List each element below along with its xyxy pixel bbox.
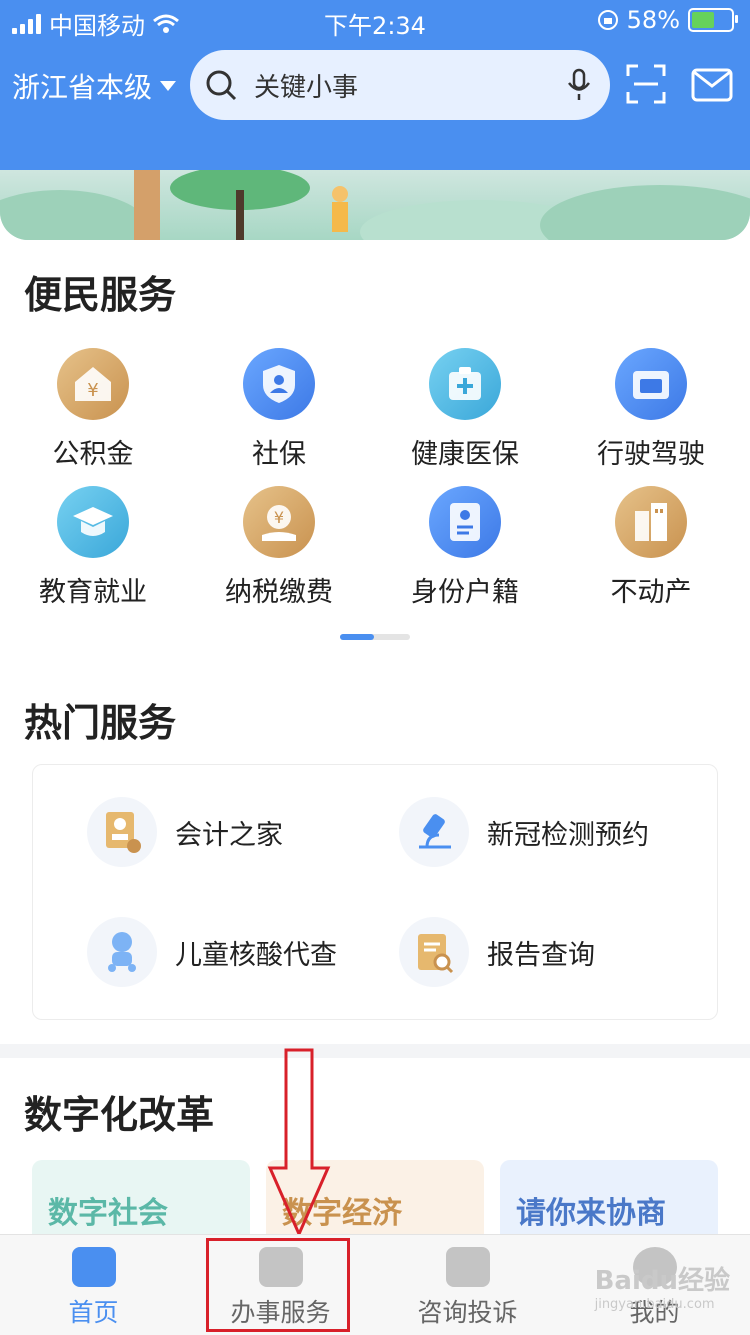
service-label: 健康医保 — [411, 439, 519, 470]
service-health[interactable]: 健康医保 — [372, 348, 558, 471]
watermark-url: jingyan.baidu.com — [594, 1297, 715, 1312]
service-identity[interactable]: 身份户籍 — [372, 486, 558, 609]
page-indicator-active — [340, 634, 374, 640]
service-education[interactable]: 教育就业 — [0, 486, 186, 609]
service-driving[interactable]: 行驶驾驶 — [558, 348, 744, 471]
consult-icon — [445, 1247, 490, 1287]
service-label: 教育就业 — [39, 577, 147, 608]
service-tax[interactable]: ¥ 纳税缴费 — [186, 486, 372, 609]
annotation-arrow — [267, 1048, 331, 1238]
search-icon — [206, 70, 237, 101]
nav-home[interactable]: 首页 — [0, 1235, 187, 1335]
mail-icon[interactable] — [690, 64, 734, 108]
rotation-lock-icon — [597, 10, 618, 30]
search-placeholder: 关键小事 — [254, 72, 359, 103]
shield-person-icon — [243, 348, 315, 420]
hot-services-card: 会计之家 新冠检测预约 儿童核酸代查 报告查询 — [32, 764, 718, 1020]
coin-hand-icon: ¥ — [243, 486, 315, 558]
service-gongjijin[interactable]: ¥ 公积金 — [0, 348, 186, 471]
annotation-highlight-box — [206, 1238, 350, 1332]
section-divider — [0, 1044, 750, 1058]
hot-label: 儿童核酸代查 — [175, 939, 337, 971]
search-bar[interactable]: 关键小事 — [190, 50, 610, 120]
convenience-title: 便民服务 — [24, 273, 177, 317]
hot-item-child-nucleic[interactable]: 儿童核酸代查 — [87, 917, 337, 987]
svg-text:¥: ¥ — [274, 508, 284, 527]
service-label: 社保 — [252, 439, 306, 470]
home-icon — [71, 1247, 116, 1287]
hot-title: 热门服务 — [24, 701, 177, 745]
service-realestate[interactable]: 不动产 — [558, 486, 744, 609]
service-label: 纳税缴费 — [225, 577, 333, 608]
nav-label: 首页 — [68, 1298, 119, 1327]
baidu-watermark: Baidu经验 jingyan.baidu.com — [595, 1260, 730, 1312]
microscope-icon — [399, 797, 469, 867]
region-label: 浙江省本级 — [12, 71, 153, 104]
service-label: 不动产 — [610, 577, 692, 608]
nav-label: 咨询投诉 — [417, 1298, 518, 1327]
graduation-cap-icon — [57, 486, 129, 558]
status-bar: 中国移动 下午2:34 58% — [0, 0, 750, 42]
hot-label: 报告查询 — [487, 939, 595, 971]
service-label: 行驶驾驶 — [597, 439, 705, 470]
id-card-icon — [429, 486, 501, 558]
mic-icon[interactable] — [566, 68, 592, 102]
service-label: 公积金 — [52, 439, 134, 470]
driver-license-icon — [615, 348, 687, 420]
baby-icon — [87, 917, 157, 987]
watermark-brand: Baidu经验 — [594, 1266, 730, 1296]
dropdown-caret-icon — [160, 81, 177, 91]
app-header: 中国移动 下午2:34 58% 浙江省本级 关键小事 — [0, 0, 750, 170]
hot-item-report[interactable]: 报告查询 — [399, 917, 595, 987]
hot-label: 新冠检测预约 — [487, 819, 649, 851]
house-yen-icon: ¥ — [57, 348, 129, 420]
service-shebao[interactable]: 社保 — [186, 348, 372, 471]
battery-icon — [688, 8, 738, 32]
hot-item-covid-test[interactable]: 新冠检测预约 — [399, 797, 649, 867]
accountant-icon — [87, 797, 157, 867]
medical-kit-icon — [429, 348, 501, 420]
hot-item-accountant[interactable]: 会计之家 — [87, 797, 283, 867]
nav-consult[interactable]: 咨询投诉 — [374, 1235, 561, 1335]
digital-title: 数字化改革 — [24, 1093, 215, 1137]
svg-text:¥: ¥ — [87, 380, 98, 401]
region-selector[interactable]: 浙江省本级 — [12, 66, 177, 106]
building-icon — [615, 486, 687, 558]
battery-percent: 58% — [626, 6, 680, 34]
service-label: 身份户籍 — [411, 577, 519, 608]
page-indicator — [340, 634, 410, 640]
banner-illustration[interactable] — [0, 170, 750, 240]
scan-icon[interactable] — [624, 62, 668, 106]
report-search-icon — [399, 917, 469, 987]
hot-label: 会计之家 — [175, 819, 283, 851]
